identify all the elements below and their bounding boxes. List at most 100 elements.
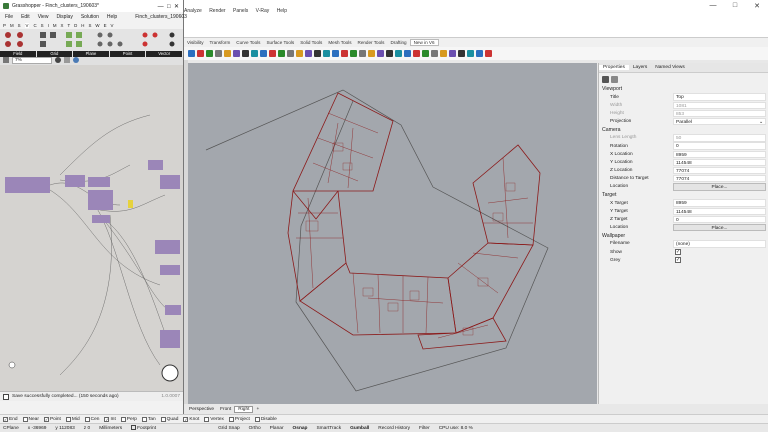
osnap-vertex[interactable]: Vertex bbox=[204, 416, 224, 422]
toggle-osnap[interactable]: Osnap bbox=[293, 426, 308, 431]
gh-cat-tab[interactable]: T bbox=[67, 23, 70, 28]
menu-render[interactable]: Render bbox=[209, 8, 225, 14]
gh-cat-tab[interactable]: P bbox=[3, 23, 6, 28]
osnap-vertex-checkbox[interactable] bbox=[204, 416, 210, 422]
add-viewport-tab-button[interactable]: + bbox=[253, 407, 262, 412]
close-icon[interactable]: ✕ bbox=[752, 2, 762, 12]
toolbar-tool-icon[interactable] bbox=[458, 50, 465, 57]
tab-transform[interactable]: Transform bbox=[207, 40, 234, 45]
command-history-area[interactable] bbox=[184, 16, 768, 38]
osnap-cen-checkbox[interactable] bbox=[84, 416, 90, 422]
toolbar-tool-icon[interactable] bbox=[422, 50, 429, 57]
globe-icon[interactable] bbox=[73, 57, 79, 63]
tab-render-tools[interactable]: Render Tools bbox=[355, 40, 388, 45]
tab-drafting[interactable]: Drafting bbox=[387, 40, 409, 45]
field-distance-to-target[interactable]: 77074 bbox=[673, 175, 766, 183]
osnap-mid[interactable]: Mid bbox=[65, 416, 80, 422]
osnap-point-checkbox[interactable]: ✓ bbox=[43, 416, 49, 422]
cplane-label[interactable]: CPlane bbox=[3, 426, 19, 431]
gh-cat-tab[interactable]: W bbox=[95, 23, 99, 28]
osnap-project[interactable]: Project bbox=[228, 416, 250, 422]
toolbar-tool-icon[interactable] bbox=[224, 50, 231, 57]
osnap-perp[interactable]: Perp bbox=[120, 416, 137, 422]
toolbar-tool-icon[interactable] bbox=[485, 50, 492, 57]
menu-vray[interactable]: V-Ray bbox=[256, 8, 270, 14]
toolbar-tool-icon[interactable] bbox=[449, 50, 456, 57]
toolbar-tool-icon[interactable] bbox=[404, 50, 411, 57]
toolbar-tool-icon[interactable] bbox=[350, 50, 357, 57]
osnap-int[interactable]: ✓ Int bbox=[104, 416, 116, 422]
osnap-quad[interactable]: Quad bbox=[160, 416, 178, 422]
toolbar-tool-icon[interactable] bbox=[296, 50, 303, 57]
maximize-icon[interactable]: □ bbox=[730, 2, 740, 12]
preview-icon[interactable] bbox=[55, 57, 61, 63]
tab-layers[interactable]: Layers bbox=[629, 65, 651, 70]
gh-menu-solution[interactable]: Solution bbox=[81, 14, 99, 20]
gh-cat-tab[interactable]: C bbox=[33, 23, 36, 28]
osnap-quad-checkbox[interactable] bbox=[160, 416, 166, 422]
toolbar-tool-icon[interactable] bbox=[332, 50, 339, 57]
toolbar-tool-icon[interactable] bbox=[251, 50, 258, 57]
gh-cat-tab[interactable]: D bbox=[74, 23, 77, 28]
toolbar-tool-icon[interactable] bbox=[341, 50, 348, 57]
field-x-location[interactable]: 8959 bbox=[673, 150, 766, 158]
toolbar-tool-icon[interactable] bbox=[413, 50, 420, 57]
toolbar-tool-icon[interactable] bbox=[269, 50, 276, 57]
gh-menu-file[interactable]: File bbox=[5, 14, 13, 20]
toggle-record-history[interactable]: Record History bbox=[378, 426, 410, 431]
field-z-location[interactable]: 77074 bbox=[673, 166, 766, 175]
menu-help[interactable]: Help bbox=[277, 8, 287, 14]
toggle-grid-snap[interactable]: Grid Snap bbox=[218, 426, 240, 431]
gh-cat-tab[interactable]: H bbox=[81, 23, 84, 28]
display-icon[interactable] bbox=[611, 75, 618, 83]
tab-curve-tools[interactable]: Curve Tools bbox=[233, 40, 263, 45]
current-layer[interactable]: Footprint bbox=[131, 425, 165, 431]
field-x-target[interactable]: 8959 bbox=[673, 199, 766, 207]
gh-window-controls[interactable]: — □ ✕ bbox=[158, 3, 179, 10]
tab-front[interactable]: Front bbox=[217, 407, 234, 412]
osnap-mid-checkbox[interactable] bbox=[65, 416, 71, 422]
gh-menu-help[interactable]: Help bbox=[107, 14, 117, 20]
osnap-project-checkbox[interactable] bbox=[228, 416, 234, 422]
toolbar-tool-icon[interactable] bbox=[359, 50, 366, 57]
toolbar-tool-icon[interactable] bbox=[368, 50, 375, 57]
toolbar-tool-icon[interactable] bbox=[287, 50, 294, 57]
tab-visibility[interactable]: Visibility bbox=[184, 40, 207, 45]
grey-checkbox[interactable]: ✓ bbox=[675, 257, 681, 264]
toolbar-tool-icon[interactable] bbox=[395, 50, 402, 57]
toolbar-tool-icon[interactable] bbox=[467, 50, 474, 57]
field-y-location[interactable]: 114548 bbox=[673, 158, 766, 167]
gh-canvas[interactable] bbox=[0, 65, 183, 391]
toolbar-tool-icon[interactable] bbox=[440, 50, 447, 57]
toolbar-tool-icon[interactable] bbox=[323, 50, 330, 57]
gh-cat-tab[interactable]: S bbox=[88, 23, 91, 28]
osnap-disable[interactable]: Disable bbox=[254, 416, 277, 422]
camera-icon[interactable] bbox=[602, 75, 609, 83]
zoom-select[interactable]: 7% bbox=[12, 56, 52, 64]
gh-cat-tab[interactable]: E bbox=[104, 23, 107, 28]
field-z-target[interactable]: 0 bbox=[673, 215, 766, 224]
camera-place-button[interactable]: Place... bbox=[673, 183, 766, 191]
field-title[interactable]: Top bbox=[673, 93, 766, 101]
top-viewport[interactable] bbox=[188, 63, 597, 404]
toggle-smarttrack[interactable]: SmartTrack bbox=[316, 426, 341, 431]
toolbar-tool-icon[interactable] bbox=[476, 50, 483, 57]
tab-perspective[interactable]: Perspective bbox=[186, 407, 217, 412]
units-label[interactable]: Millimeters bbox=[99, 426, 122, 431]
toolbar-tool-icon[interactable] bbox=[431, 50, 438, 57]
gh-cat-tab[interactable]: M bbox=[10, 23, 14, 28]
gh-document-name[interactable]: Finch_clusters_190603 bbox=[135, 14, 187, 20]
gh-cat-tab[interactable]: V bbox=[111, 23, 114, 28]
gh-menu-edit[interactable]: Edit bbox=[21, 14, 30, 20]
toolbar-tool-icon[interactable] bbox=[197, 50, 204, 57]
sketch-icon[interactable] bbox=[64, 57, 70, 63]
toolbar-tool-icon[interactable] bbox=[314, 50, 321, 57]
osnap-disable-checkbox[interactable] bbox=[254, 416, 260, 422]
toggle-ortho[interactable]: Ortho bbox=[249, 426, 261, 431]
gh-menu-display[interactable]: Display bbox=[56, 14, 72, 20]
gh-cat-tab[interactable]: S bbox=[41, 23, 44, 28]
toolbar-tool-icon[interactable] bbox=[278, 50, 285, 57]
toolbar-tool-icon[interactable] bbox=[377, 50, 384, 57]
toolbar-tool-icon[interactable] bbox=[260, 50, 267, 57]
minimize-icon[interactable]: — bbox=[708, 2, 718, 12]
